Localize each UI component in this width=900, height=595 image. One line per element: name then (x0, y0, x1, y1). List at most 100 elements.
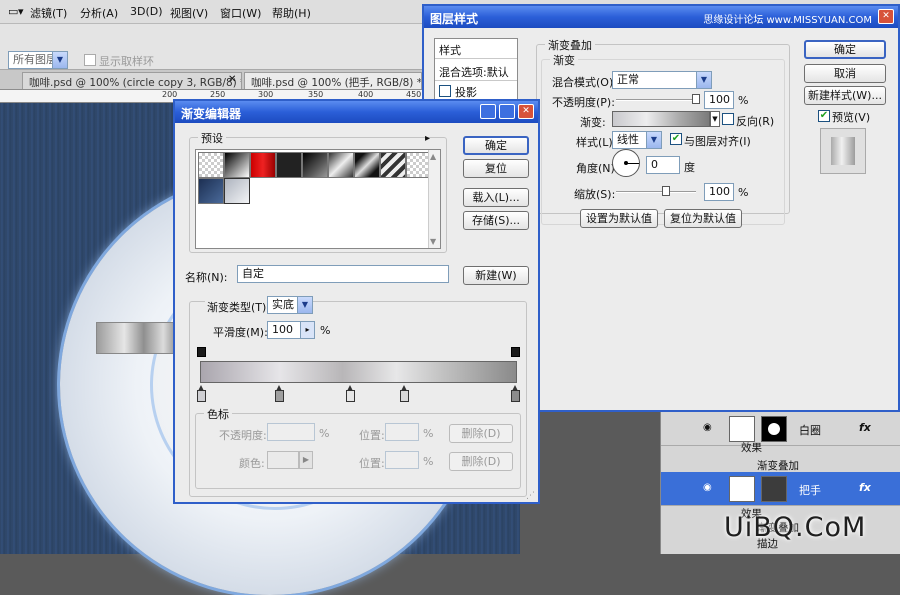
menu-help[interactable]: 帮助(H) (272, 5, 311, 21)
color-stop[interactable] (275, 385, 284, 402)
cancel-button[interactable]: 取消 (804, 64, 886, 83)
preset-swatch[interactable] (250, 152, 276, 178)
percent-sign: % (738, 94, 749, 107)
color-stop[interactable] (511, 385, 520, 402)
preset-swatch[interactable] (224, 152, 250, 178)
color-stop[interactable] (400, 385, 409, 402)
layer-style-titlebar[interactable]: 图层样式 思缘设计论坛 www.MISSYUAN.COM ✕ (424, 6, 898, 28)
opacity-stop-right[interactable] (511, 347, 520, 357)
menu-filter[interactable]: 滤镜(T) (30, 5, 67, 21)
ruler-tick: 250 (210, 90, 226, 99)
style-select[interactable]: 线性 ▼ (612, 131, 662, 149)
gradient-preview-swatch[interactable] (612, 111, 710, 127)
preset-swatch[interactable] (354, 152, 380, 178)
preset-swatch[interactable] (276, 152, 302, 178)
effect-gradient-overlay[interactable]: 渐变叠加 (757, 458, 799, 473)
opacity-input[interactable]: 100 (704, 91, 734, 109)
opacity-slider-knob[interactable] (692, 94, 700, 104)
color-stop[interactable] (197, 385, 206, 402)
preset-swatch[interactable] (328, 152, 354, 178)
angle-dial[interactable] (612, 149, 640, 177)
load-button[interactable]: 载入(L)... (463, 188, 529, 207)
scale-slider[interactable] (616, 191, 696, 193)
drop-shadow-checkbox[interactable] (439, 85, 451, 97)
fx-icon[interactable]: fx (859, 421, 871, 434)
stop-opacity-input[interactable] (267, 423, 315, 441)
minimize-icon[interactable] (480, 104, 496, 119)
blend-mode-select[interactable]: 正常 ▼ (612, 71, 712, 89)
eye-icon[interactable]: ◉ (703, 422, 712, 433)
preset-swatch[interactable] (302, 152, 328, 178)
close-icon[interactable]: ✕ (878, 9, 894, 24)
gradient-name-input[interactable]: 自定 (237, 265, 449, 283)
menu-view[interactable]: 视图(V) (170, 5, 208, 21)
section-title: 渐变叠加 (545, 37, 595, 53)
fx-icon[interactable]: fx (859, 481, 871, 494)
scale-input[interactable]: 100 (704, 183, 734, 201)
preview-checkbox[interactable]: ✔ (818, 110, 830, 122)
sample-select[interactable]: 所有图层 ▼ (8, 51, 68, 69)
align-with-layer-checkbox[interactable]: ✔ (670, 133, 682, 145)
blending-options-item[interactable]: 混合选项:默认 (435, 61, 517, 81)
preset-swatch[interactable] (198, 152, 224, 178)
chevron-right-icon[interactable]: ▸ (300, 322, 314, 338)
tool-icon[interactable]: ▭ (8, 5, 18, 18)
chevron-right-icon[interactable]: ▶ (299, 451, 313, 469)
presets-scrollbar[interactable]: ▲ ▼ (428, 150, 440, 248)
drop-shadow-item[interactable]: 投影 (435, 81, 517, 101)
maximize-icon[interactable] (499, 104, 515, 119)
stop-color-location-input[interactable] (385, 451, 419, 469)
set-default-button[interactable]: 设置为默认值 (580, 209, 658, 228)
eye-icon[interactable]: ◉ (703, 482, 712, 493)
stop-color-swatch[interactable] (267, 451, 299, 469)
menu-analysis[interactable]: 分析(A) (80, 5, 118, 21)
gradient-type-select[interactable]: 实底 ▼ (267, 296, 313, 314)
reset-button[interactable]: 复位 (463, 159, 529, 178)
new-style-button[interactable]: 新建样式(W)... (804, 86, 886, 105)
menu-window[interactable]: 窗口(W) (220, 5, 261, 21)
preset-swatch[interactable] (380, 152, 406, 178)
styles-list-item[interactable]: 样式 (435, 39, 517, 59)
scroll-up-icon[interactable]: ▲ (430, 152, 436, 161)
save-button[interactable]: 存储(S)... (463, 211, 529, 230)
preview-label: 预览(V) (832, 111, 871, 124)
preset-swatch-selected[interactable] (224, 178, 250, 204)
ok-button[interactable]: 确定 (463, 136, 529, 155)
color-stop[interactable] (346, 385, 355, 402)
chevron-down-icon: ▼ (297, 297, 312, 313)
layer-row-white-circle[interactable]: ◉ 白圈 fx (661, 412, 900, 446)
menu-3d[interactable]: 3D(D) (130, 5, 163, 18)
delete-opacity-stop-button[interactable]: 删除(D) (449, 424, 513, 443)
sample-ring-checkbox[interactable] (84, 54, 96, 66)
angle-input[interactable]: 0 (646, 156, 680, 174)
layer-thumbnail (729, 476, 755, 502)
layer-row-handle[interactable]: ◉ 把手 fx (661, 472, 900, 506)
ok-button[interactable]: 确定 (804, 40, 886, 59)
opacity-stop-left[interactable] (197, 347, 206, 357)
presets-menu-icon[interactable]: ▸ (425, 133, 430, 144)
close-icon[interactable]: ✕ (518, 104, 534, 119)
reset-default-button[interactable]: 复位为默认值 (664, 209, 742, 228)
chevron-down-icon[interactable]: ▼ (710, 111, 720, 127)
scroll-down-icon[interactable]: ▼ (430, 237, 436, 246)
stop-location-input[interactable] (385, 423, 419, 441)
blend-mode-label: 混合模式(O): (552, 76, 617, 89)
new-gradient-button[interactable]: 新建(W) (463, 266, 529, 285)
close-icon[interactable]: ✕ (228, 74, 236, 85)
tab-circle-copy-3[interactable]: 咖啡.psd @ 100% (circle copy 3, RGB/8) * (22, 72, 242, 89)
angle-unit: 度 (684, 161, 695, 174)
delete-color-stop-button[interactable]: 删除(D) (449, 452, 513, 471)
opacity-slider[interactable] (616, 99, 700, 101)
sample-select-value: 所有图层 (13, 53, 57, 66)
tab-handle[interactable]: 咖啡.psd @ 100% (把手, RGB/8) * (244, 72, 422, 89)
preset-swatch[interactable] (198, 178, 224, 204)
reverse-checkbox[interactable] (722, 113, 734, 125)
gradient-editor-titlebar[interactable]: 渐变编辑器 ✕ (175, 101, 538, 123)
effects-label: 效果 (741, 442, 762, 454)
sample-ring-label: 显示取样环 (99, 55, 154, 68)
scale-slider-knob[interactable] (662, 186, 670, 196)
gradient-ramp[interactable] (200, 361, 517, 383)
resize-grip-icon[interactable]: ⋰ (526, 491, 535, 501)
chevron-down-icon[interactable]: ▾ (18, 5, 24, 18)
smoothness-input[interactable]: 100 ▸ (267, 321, 315, 339)
